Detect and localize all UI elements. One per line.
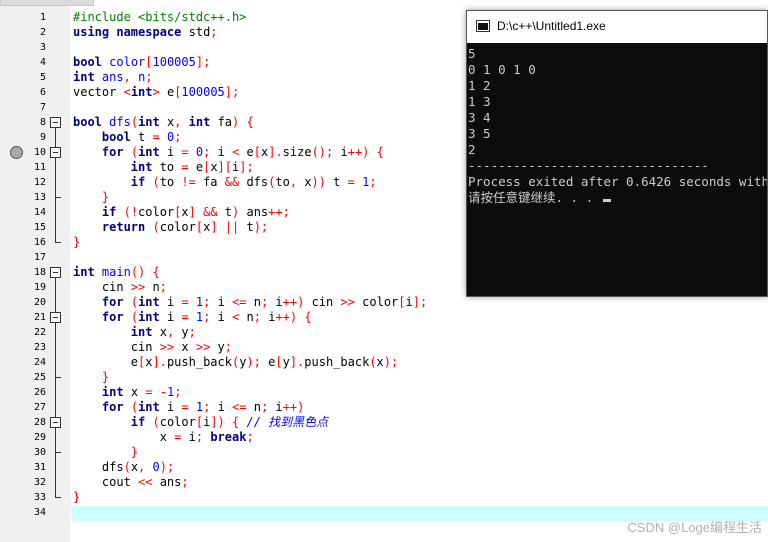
code-line[interactable]: cout << ans;	[73, 475, 189, 490]
line-number: 17	[33, 252, 46, 263]
fold-minus-icon[interactable]	[50, 417, 61, 428]
line-number: 28	[33, 417, 46, 428]
line-number: 13	[33, 192, 46, 203]
code-line[interactable]: x = i; break;	[73, 430, 254, 445]
fold-guide-line	[55, 278, 56, 497]
console-title: D:\c++\Untitled1.exe	[497, 19, 606, 33]
code-line[interactable]: for (int i = 1; i <= n; i++)	[73, 400, 304, 415]
code-line[interactable]: cin >> n;	[73, 280, 167, 295]
line-number: 5	[39, 72, 46, 83]
line-number: 11	[33, 162, 46, 173]
console-output-line: 1 2	[468, 78, 491, 93]
fold-minus-icon[interactable]	[50, 267, 61, 278]
fold-end-mark	[55, 197, 61, 198]
line-number: 15	[33, 222, 46, 233]
line-number: 33	[33, 492, 46, 503]
line-number: 18	[33, 267, 46, 278]
fold-end-mark	[55, 452, 61, 453]
fold-end-mark	[55, 377, 61, 378]
console-output-line: 1 3	[468, 94, 491, 109]
breakpoint-icon[interactable]	[10, 146, 23, 159]
code-line[interactable]: int x = -1;	[73, 385, 182, 400]
fold-minus-icon[interactable]	[50, 117, 61, 128]
line-number: 24	[33, 357, 46, 368]
watermark: CSDN @Loge编程生活	[627, 520, 762, 535]
code-line[interactable]: }	[73, 445, 138, 460]
code-line[interactable]: dfs(x, 0);	[73, 460, 174, 475]
console-output-line: Process exited after 0.6426 seconds with…	[468, 174, 768, 189]
line-number: 6	[39, 87, 46, 98]
code-line[interactable]: int ans, n;	[73, 70, 153, 85]
code-line[interactable]: }	[73, 190, 109, 205]
line-number: 34	[33, 507, 46, 518]
code-line[interactable]: cin >> x >> y;	[73, 340, 232, 355]
line-number: 25	[33, 372, 46, 383]
line-number: 1	[39, 12, 46, 23]
code-line[interactable]: }	[73, 490, 80, 505]
line-number: 29	[33, 432, 46, 443]
line-number: 27	[33, 402, 46, 413]
code-line[interactable]: if (color[i]) { // 找到黑色点	[73, 415, 328, 430]
code-line[interactable]: }	[73, 235, 80, 250]
line-number: 23	[33, 342, 46, 353]
fold-end-mark	[55, 497, 61, 498]
console-window[interactable]: D:\c++\Untitled1.exe 50 1 0 1 01 21 33 4…	[466, 10, 768, 297]
code-line[interactable]: bool dfs(int x, int fa) {	[73, 115, 254, 130]
editor-tab-strip	[0, 0, 768, 6]
code-line[interactable]: vector <int> e[100005];	[73, 85, 239, 100]
code-line[interactable]: int x, y;	[73, 325, 196, 340]
code-line[interactable]: }	[73, 370, 109, 385]
line-number: 12	[33, 177, 46, 188]
console-output-line: 请按任意键继续. . .	[468, 190, 611, 206]
console-output-line: 0 1 0 1 0	[468, 62, 536, 77]
console-cursor	[602, 199, 611, 202]
code-line[interactable]: using namespace std;	[73, 25, 218, 40]
console-output-line: --------------------------------	[468, 158, 709, 173]
line-number: 32	[33, 477, 46, 488]
line-number: 4	[39, 57, 46, 68]
console-output[interactable]: 50 1 0 1 01 21 33 43 5 2 -----------------…	[467, 43, 768, 296]
code-line[interactable]: bool t = 0;	[73, 130, 182, 145]
console-output-line: 2	[468, 142, 476, 157]
line-number: 14	[33, 207, 46, 218]
line-number: 2	[39, 27, 46, 38]
line-number: 31	[33, 462, 46, 473]
code-line[interactable]: return (color[x] || t);	[73, 220, 268, 235]
code-line[interactable]: if (!color[x] && t) ans++;	[73, 205, 290, 220]
console-titlebar[interactable]: D:\c++\Untitled1.exe	[467, 11, 767, 43]
console-output-line: 3 5	[468, 126, 491, 141]
line-number: 20	[33, 297, 46, 308]
line-number: 3	[39, 42, 46, 53]
fold-minus-icon[interactable]	[50, 312, 61, 323]
code-line[interactable]: bool color[100005];	[73, 55, 210, 70]
code-line[interactable]: for (int i = 1; i <= n; i++) cin >> colo…	[73, 295, 427, 310]
fold-minus-icon[interactable]	[50, 147, 61, 158]
line-number: 16	[33, 237, 46, 248]
line-number: 26	[33, 387, 46, 398]
line-number: 7	[39, 102, 46, 113]
code-line[interactable]: #include <bits/stdc++.h>	[73, 10, 246, 25]
code-line[interactable]: int main() {	[73, 265, 160, 280]
line-number: 9	[39, 132, 46, 143]
console-app-icon	[476, 20, 490, 32]
line-number: 30	[33, 447, 46, 458]
fold-end-mark	[55, 242, 61, 243]
code-line[interactable]: int to = e[x][i];	[73, 160, 254, 175]
code-line[interactable]: if (to != fa && dfs(to, x)) t = 1;	[73, 175, 377, 190]
console-output-line: 5	[468, 46, 476, 61]
line-number: 22	[33, 327, 46, 338]
code-line[interactable]: for (int i = 0; i < e[x].size(); i++) {	[73, 145, 384, 160]
console-output-line: 3 4	[468, 110, 491, 125]
line-number: 21	[33, 312, 46, 323]
code-line[interactable]: e[x].push_back(y); e[y].push_back(x);	[73, 355, 398, 370]
line-number: 19	[33, 282, 46, 293]
line-number: 8	[39, 117, 46, 128]
fold-guide-line	[55, 128, 56, 242]
code-line[interactable]: for (int i = 1; i < n; i++) {	[73, 310, 312, 325]
